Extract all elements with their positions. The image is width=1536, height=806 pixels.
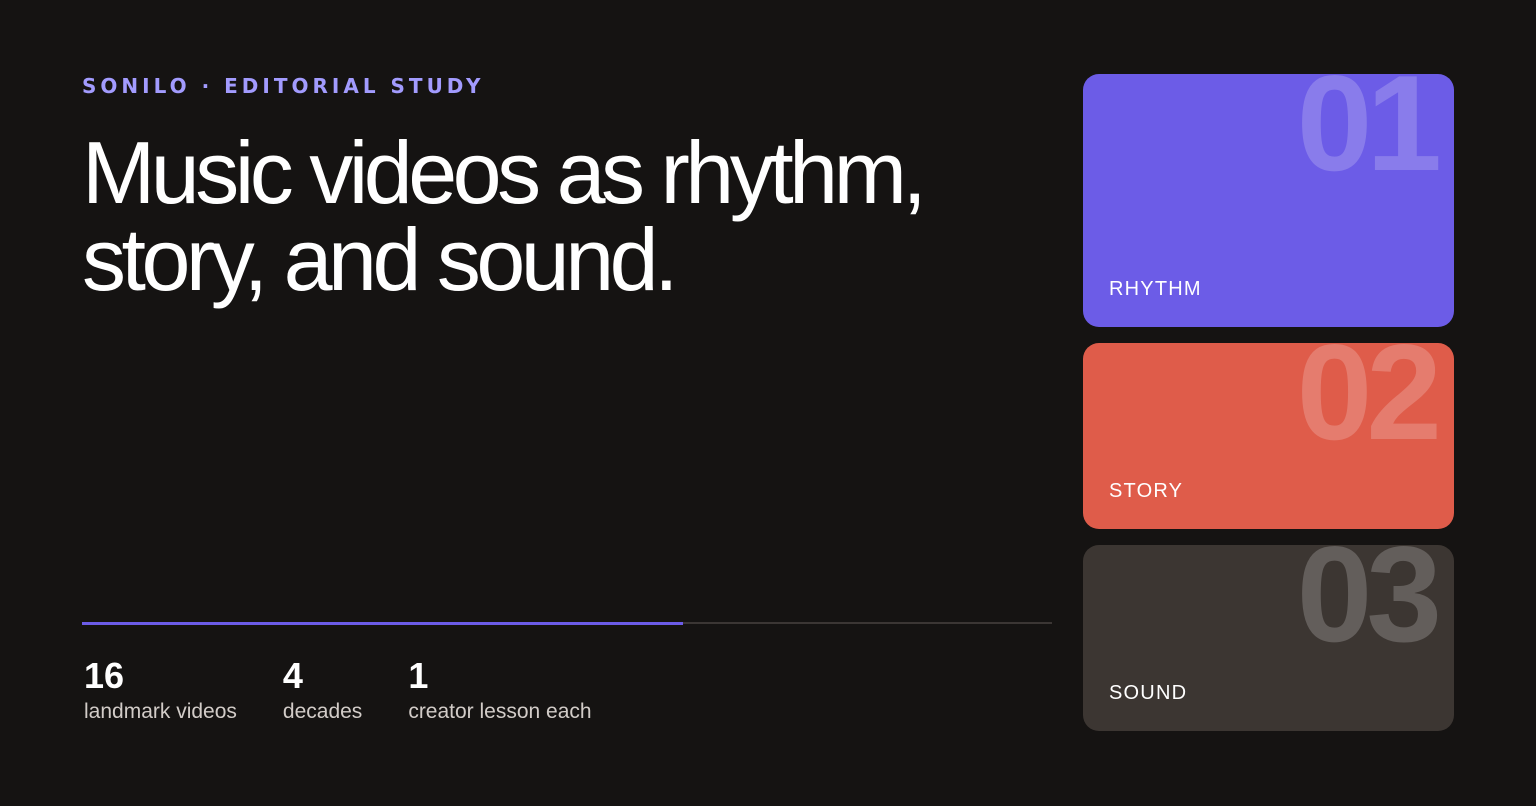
card-story[interactable]: 02 STORY <box>1083 343 1454 529</box>
eyebrow-label: SONILO · EDITORIAL STUDY <box>82 74 485 98</box>
card-sound[interactable]: 03 SOUND <box>1083 545 1454 731</box>
progress-fill <box>82 621 684 625</box>
stat-value: 1 <box>408 655 429 696</box>
card-label: RHYTHM <box>1109 278 1202 300</box>
stat-value: 16 <box>84 655 125 696</box>
stat-label: creator lesson each <box>408 700 592 723</box>
card-number: 03 <box>1296 545 1442 670</box>
stat-decades: 4 decades <box>283 656 362 724</box>
page-headline: Music videos as rhythm, story, and sound… <box>82 123 927 309</box>
stat-value: 4 <box>282 655 303 696</box>
card-number: 01 <box>1296 74 1442 199</box>
stat-label: decades <box>282 700 363 723</box>
stat-lessons: 1 creator lesson each <box>408 656 591 724</box>
card-label: STORY <box>1109 480 1184 502</box>
card-rhythm[interactable]: 01 RHYTHM <box>1083 74 1454 327</box>
stat-label: landmark videos <box>84 700 237 723</box>
card-number: 02 <box>1296 343 1442 468</box>
stats-row: 16 landmark videos 4 decades 1 creator l… <box>84 656 638 724</box>
card-label: SOUND <box>1109 682 1188 704</box>
stat-videos: 16 landmark videos <box>84 656 237 724</box>
progress-track <box>82 621 1052 625</box>
